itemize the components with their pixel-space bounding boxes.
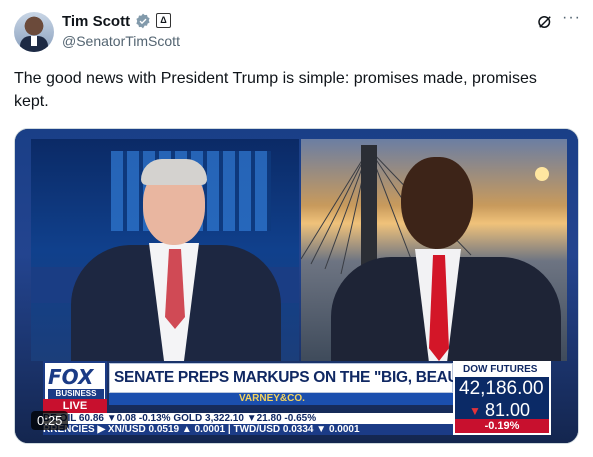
dow-change: 81.00 xyxy=(469,400,530,421)
more-options-icon[interactable]: ··· xyxy=(562,9,581,27)
avatar[interactable] xyxy=(14,12,54,52)
lower-third: FOX BUSINESS LIVE SENATE PREPS MARKUPS O… xyxy=(43,361,545,435)
grok-icon[interactable] xyxy=(536,13,554,31)
sun xyxy=(535,167,549,181)
network-sub: BUSINESS xyxy=(48,389,104,399)
bridge-tower xyxy=(361,145,377,265)
show-bar: VARNEY&CO. xyxy=(109,393,453,405)
dow-futures-box: DOW FUTURES 42,186.00 81.00 -0.19% xyxy=(453,361,551,435)
video-timestamp: 0:25 xyxy=(31,411,69,430)
government-badge-icon: Δ xyxy=(156,13,171,28)
verified-badge-icon xyxy=(136,13,150,29)
author-handle[interactable]: @SenatorTimScott xyxy=(62,33,180,49)
dow-title: DOW FUTURES xyxy=(455,363,549,377)
video-panel-anchor xyxy=(31,139,299,361)
ticker-row-1: DE OIL 60.86 ▼0.08 -0.13% GOLD 3,322.10 … xyxy=(43,413,453,424)
guest-head xyxy=(401,157,473,249)
dow-value: 42,186.00 xyxy=(459,378,544,399)
show-name: VARNEY&CO. xyxy=(239,393,305,404)
tweet-text: The good news with President Trump is si… xyxy=(14,70,537,110)
ticker-row-2: RRENCIES ▶ XN/USD 0.0519 ▲ 0.0001 | TWD/… xyxy=(43,424,453,435)
author-name[interactable]: Tim Scott xyxy=(62,13,130,30)
dow-percent: -0.19% xyxy=(455,419,549,433)
headline-banner: SENATE PREPS MARKUPS ON THE "BIG, BEAUTI… xyxy=(109,363,545,393)
avatar-shirt xyxy=(31,36,37,46)
network-name: FOX xyxy=(48,365,94,389)
video-player[interactable]: FOX BUSINESS LIVE SENATE PREPS MARKUPS O… xyxy=(14,128,579,444)
anchor-hair xyxy=(141,159,207,185)
video-panel-guest xyxy=(301,139,567,361)
